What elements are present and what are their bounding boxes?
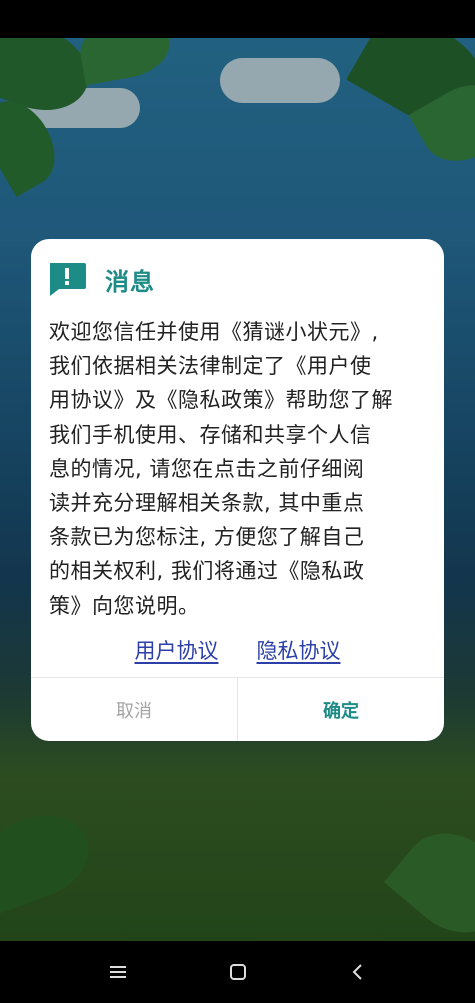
message-alert-icon [47, 261, 87, 297]
message-dialog: 消息 欢迎您信任并使用《猜谜小状元》, 我们依据相关法律制定了《用户使 用协议》… [31, 239, 444, 741]
message-line: 息的情况, 请您在点击之前仔细阅 [49, 456, 365, 481]
home-icon[interactable] [218, 952, 258, 992]
dialog-header: 消息 [47, 259, 155, 299]
message-line: 我们手机使用、存储和共享个人信 [49, 422, 372, 447]
message-line: 用协议》及《隐私政策》帮助您了解 [49, 388, 393, 413]
confirm-button[interactable]: 确定 [238, 678, 444, 741]
agreement-links: 用户协议 隐私协议 [31, 635, 444, 665]
dialog-message: 欢迎您信任并使用《猜谜小状元》, 我们依据相关法律制定了《用户使 用协议》及《隐… [49, 315, 429, 623]
message-line: 策》向您说明。 [49, 593, 200, 618]
message-line: 读并充分理解相关条款, 其中重点 [49, 491, 365, 516]
cancel-button[interactable]: 取消 [31, 678, 238, 741]
message-line: 我们依据相关法律制定了《用户使 [49, 354, 372, 379]
back-icon[interactable] [338, 952, 378, 992]
message-line: 欢迎您信任并使用《猜谜小状元》, [49, 320, 379, 344]
dialog-buttons: 取消 确定 [31, 677, 444, 741]
privacy-agreement-link[interactable]: 隐私协议 [257, 635, 341, 665]
dialog-title: 消息 [105, 267, 155, 296]
message-line: 的相关权利, 我们将通过《隐私政 [49, 559, 365, 584]
menu-icon[interactable] [98, 952, 138, 992]
status-bar [0, 0, 475, 38]
message-line: 条款已为您标注, 方便您了解自己 [49, 525, 365, 550]
system-nav-bar [0, 941, 475, 1003]
user-agreement-link[interactable]: 用户协议 [135, 635, 219, 665]
